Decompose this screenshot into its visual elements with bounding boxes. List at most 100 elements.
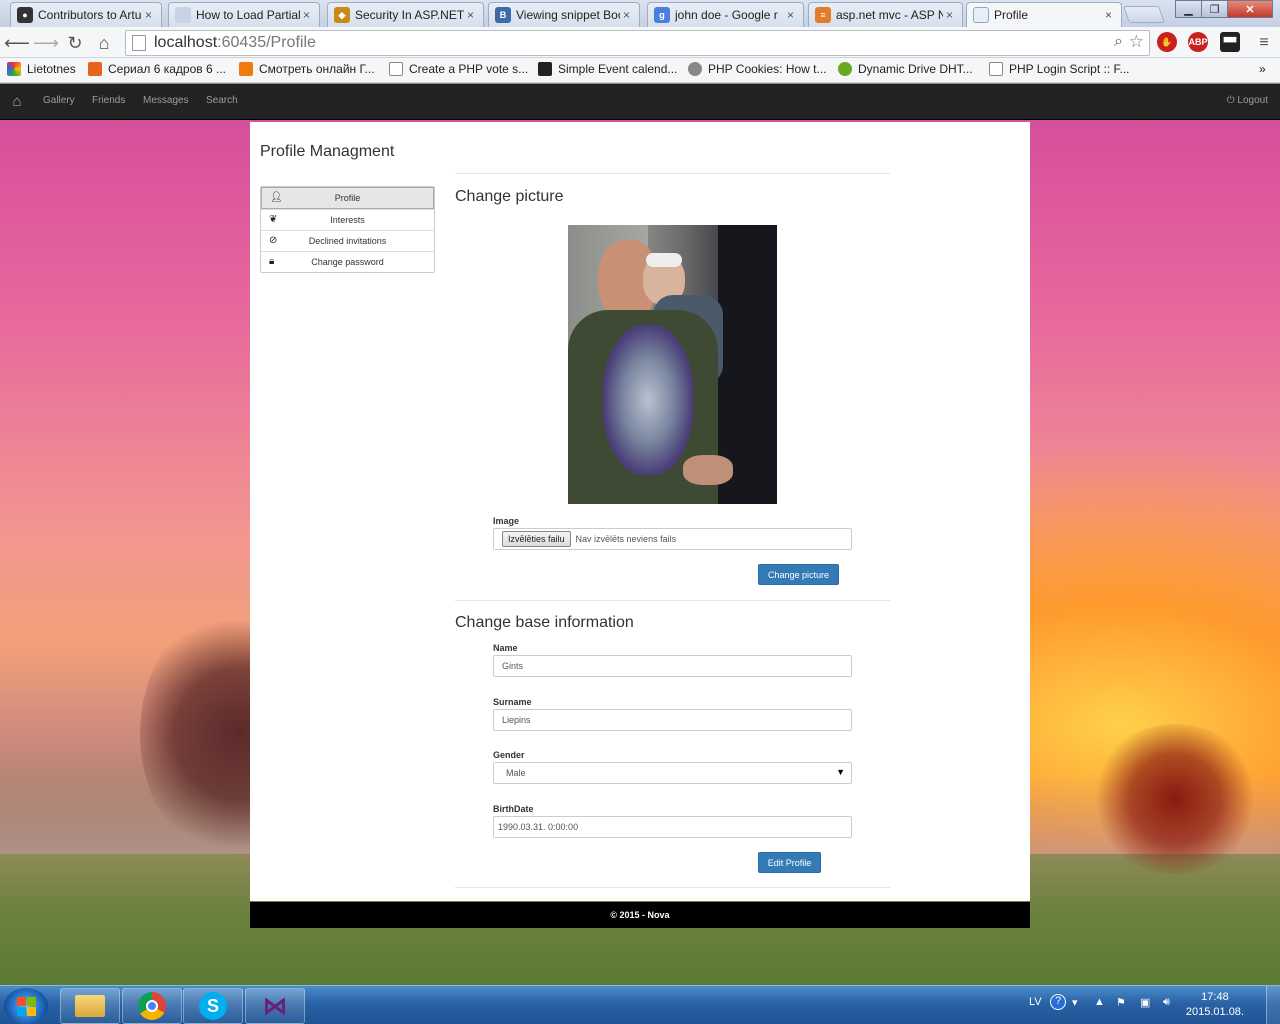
logout-link[interactable]: ⏻ Logout bbox=[1227, 95, 1268, 106]
change-picture-button[interactable]: Change picture bbox=[758, 564, 839, 585]
help-icon[interactable]: ? bbox=[1050, 994, 1066, 1010]
divider bbox=[455, 887, 890, 888]
close-tab-icon[interactable]: × bbox=[303, 8, 315, 22]
globe-icon bbox=[688, 62, 702, 76]
extension-icon[interactable]: ▀▀ bbox=[1220, 32, 1240, 52]
flag-icon[interactable]: ⚑ bbox=[1116, 996, 1126, 1009]
birthdate-field[interactable]: 1990.03.31. 0:00:00 bbox=[493, 816, 852, 838]
image-file-input[interactable]: Izvēlēties failu Nav izvēlēts neviens fa… bbox=[493, 528, 852, 550]
close-tab-icon[interactable]: × bbox=[145, 8, 157, 22]
bookmark-label: Dynamic Drive DHT... bbox=[858, 62, 973, 76]
forward-icon[interactable]: ⟶ bbox=[33, 31, 59, 55]
browser-tab[interactable]: How to Load Partial × bbox=[168, 2, 320, 27]
bookmark-label: Lietotnes bbox=[27, 62, 76, 76]
close-tab-icon[interactable]: × bbox=[946, 8, 958, 22]
browser-tab[interactable]: B Viewing snippet Boo × bbox=[488, 2, 640, 27]
bookmark-item[interactable]: Смотреть онлайн Г... bbox=[239, 62, 375, 76]
profile-menu: 👤︎ Profile ❦ Interests ⊘ Declined invitatio… bbox=[260, 186, 435, 273]
chrome-taskbar-icon[interactable] bbox=[122, 988, 182, 1024]
bookmark-item[interactable]: Сериал 6 кадров 6 ... bbox=[88, 62, 226, 76]
adblock-icon[interactable]: ABP bbox=[1188, 32, 1208, 52]
tab-title: How to Load Partial bbox=[196, 8, 300, 22]
logout-label: Logout bbox=[1237, 95, 1268, 106]
birthdate-label: BirthDate bbox=[493, 804, 534, 814]
menu-item-interests[interactable]: ❦ Interests bbox=[261, 209, 434, 230]
close-tab-icon[interactable]: × bbox=[623, 8, 635, 22]
page-footer: © 2015 - Nova bbox=[250, 902, 1030, 928]
bookmark-label: Simple Event calend... bbox=[558, 62, 678, 76]
browser-toolbar: ⟵ ⟶ ↻ ⌂ localhost:60435/Profile ⌕ ☆ ✋ AB… bbox=[0, 27, 1280, 58]
explorer-taskbar-icon[interactable] bbox=[60, 988, 120, 1024]
bookmark-item[interactable]: Dynamic Drive DHT... bbox=[838, 62, 973, 76]
nav-search[interactable]: Search bbox=[206, 95, 238, 106]
choose-file-button[interactable]: Izvēlēties failu bbox=[502, 531, 571, 547]
show-desktop-button[interactable] bbox=[1266, 986, 1280, 1024]
page-icon bbox=[989, 62, 1003, 76]
minimize-button[interactable]: ▁ bbox=[1175, 0, 1202, 18]
tab-title: Profile bbox=[994, 8, 1029, 22]
reload-icon[interactable]: ↻ bbox=[63, 31, 87, 55]
visual-studio-taskbar-icon[interactable]: ⋈ bbox=[245, 988, 305, 1024]
language-indicator[interactable]: LV bbox=[1029, 996, 1042, 1008]
star-icon[interactable]: ☆ bbox=[1129, 32, 1144, 52]
surname-field[interactable]: Liepins bbox=[493, 709, 852, 731]
new-tab-button[interactable] bbox=[1122, 6, 1166, 23]
name-label: Name bbox=[493, 643, 518, 653]
bookmark-label: Create a PHP vote s... bbox=[409, 62, 529, 76]
browser-tab[interactable]: ≡ asp.net mvc - ASP N × bbox=[808, 2, 963, 27]
tab-title: Viewing snippet Boo bbox=[516, 8, 620, 22]
bookmark-item[interactable]: Lietotnes bbox=[7, 62, 76, 76]
menu-item-profile[interactable]: 👤︎ Profile bbox=[261, 187, 434, 209]
site-navbar: ⌂ Gallery Friends Messages Search ⏻ Logo… bbox=[0, 84, 1280, 120]
bookmarks-bar: Lietotnes Сериал 6 кадров 6 ... Смотреть… bbox=[0, 58, 1280, 83]
page-viewport: ⌂ Gallery Friends Messages Search ⏻ Logo… bbox=[0, 84, 1280, 985]
bookmark-label: PHP Login Script :: F... bbox=[1009, 62, 1130, 76]
bookmark-item[interactable]: PHP Login Script :: F... bbox=[989, 62, 1130, 76]
nav-messages[interactable]: Messages bbox=[143, 95, 189, 106]
menu-label: Change password bbox=[311, 257, 384, 267]
show-hidden-icons[interactable]: ▲ bbox=[1094, 996, 1105, 1008]
document-icon bbox=[973, 7, 989, 23]
home-icon[interactable]: ⌂ bbox=[8, 93, 26, 111]
logout-icon: ⏻ bbox=[1226, 95, 1235, 106]
bookmark-item[interactable]: PHP Cookies: How t... bbox=[688, 62, 827, 76]
close-tab-icon[interactable]: × bbox=[787, 8, 799, 22]
bookmarks-overflow[interactable]: » bbox=[1259, 62, 1266, 76]
network-icon[interactable]: ▣ bbox=[1140, 996, 1150, 1009]
close-tab-icon[interactable]: × bbox=[1105, 8, 1117, 22]
edit-profile-button[interactable]: Edit Profile bbox=[758, 852, 821, 873]
chevron-down-icon[interactable]: ▾ bbox=[1072, 996, 1078, 1009]
menu-label: Interests bbox=[330, 215, 365, 225]
menu-icon[interactable]: ≡ bbox=[1252, 31, 1276, 55]
close-tab-icon[interactable]: × bbox=[467, 8, 479, 22]
menu-label: Declined invitations bbox=[308, 236, 387, 246]
search-icon[interactable]: ⌕ bbox=[1114, 33, 1123, 51]
bookmark-item[interactable]: Create a PHP vote s... bbox=[389, 62, 528, 76]
menu-item-change-password[interactable]: 🔒︎ Change password bbox=[261, 251, 434, 272]
system-clock[interactable]: 17:48 2015.01.08. bbox=[1186, 990, 1244, 1020]
page-icon bbox=[132, 35, 146, 51]
bookmark-item[interactable]: Simple Event calend... bbox=[538, 62, 677, 76]
home-icon[interactable]: ⌂ bbox=[92, 31, 116, 55]
lock-icon: 🔒︎ bbox=[269, 256, 275, 267]
page-title: Profile Managment bbox=[260, 143, 395, 160]
gender-select[interactable]: Male ▼ bbox=[493, 762, 852, 784]
volume-icon[interactable]: 🔊︎ bbox=[1163, 996, 1170, 1009]
skype-taskbar-icon[interactable]: S bbox=[183, 988, 243, 1024]
close-window-button[interactable]: ✕ bbox=[1227, 0, 1273, 18]
browser-tab[interactable]: g john doe - Google r × bbox=[647, 2, 804, 27]
address-bar[interactable]: localhost:60435/Profile ⌕ ☆ bbox=[125, 30, 1150, 56]
maximize-button[interactable]: ❐ bbox=[1201, 0, 1228, 18]
start-button[interactable] bbox=[4, 988, 48, 1024]
menu-item-declined-invitations[interactable]: ⊘ Declined invitations bbox=[261, 230, 434, 251]
browser-tab[interactable]: ◆ Security In ASP.NET × bbox=[327, 2, 484, 27]
nav-gallery[interactable]: Gallery bbox=[43, 95, 75, 106]
browser-tab-active[interactable]: Profile × bbox=[966, 2, 1122, 27]
stop-extension-icon[interactable]: ✋ bbox=[1157, 32, 1177, 52]
name-field[interactable]: Gints bbox=[493, 655, 852, 677]
nav-friends[interactable]: Friends bbox=[92, 95, 125, 106]
windows-logo-icon bbox=[16, 996, 36, 1016]
url-host: localhost bbox=[154, 34, 218, 51]
browser-tab[interactable]: ● Contributors to Artu × bbox=[10, 2, 162, 27]
back-icon[interactable]: ⟵ bbox=[4, 31, 30, 55]
